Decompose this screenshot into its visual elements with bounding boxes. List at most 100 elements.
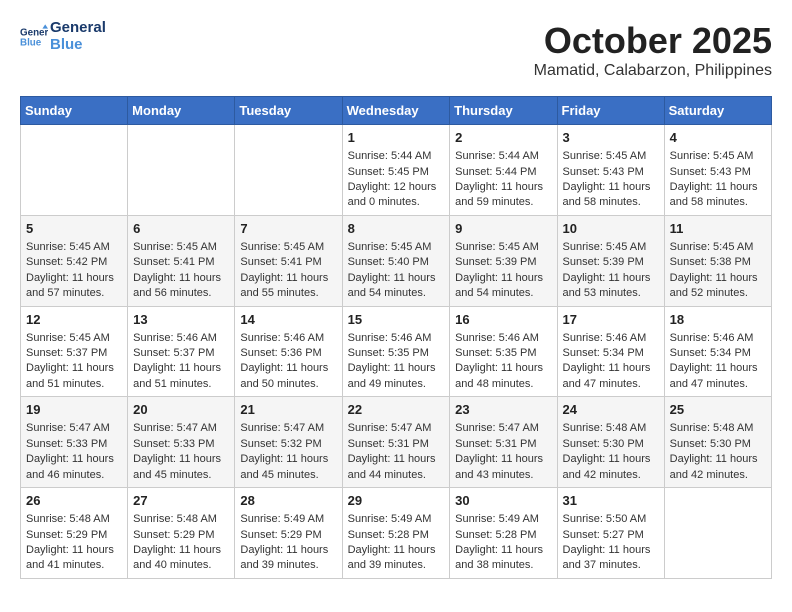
day-header-wednesday: Wednesday (342, 97, 450, 125)
calendar-cell (235, 125, 342, 216)
calendar-cell: 6Sunrise: 5:45 AMSunset: 5:41 PMDaylight… (128, 215, 235, 306)
sunset-text: Sunset: 5:29 PM (133, 529, 214, 541)
daylight-text: Daylight: 11 hours and 46 minutes. (26, 453, 114, 480)
sunrise-text: Sunrise: 5:49 AM (240, 513, 324, 525)
day-number: 17 (563, 311, 659, 329)
day-number: 11 (670, 220, 766, 238)
sunset-text: Sunset: 5:39 PM (563, 256, 644, 268)
sunset-text: Sunset: 5:37 PM (26, 347, 107, 359)
day-header-thursday: Thursday (450, 97, 557, 125)
calendar-cell: 18Sunrise: 5:46 AMSunset: 5:34 PMDayligh… (664, 306, 771, 397)
daylight-text: Daylight: 11 hours and 43 minutes. (455, 453, 543, 480)
sunset-text: Sunset: 5:37 PM (133, 347, 214, 359)
sunrise-text: Sunrise: 5:45 AM (26, 332, 110, 344)
daylight-text: Daylight: 11 hours and 54 minutes. (455, 272, 543, 299)
day-number: 8 (348, 220, 445, 238)
daylight-text: Daylight: 11 hours and 56 minutes. (133, 272, 221, 299)
cell-content: 25Sunrise: 5:48 AMSunset: 5:30 PMDayligh… (670, 401, 766, 483)
day-header-monday: Monday (128, 97, 235, 125)
day-number: 25 (670, 401, 766, 419)
calendar-cell: 31Sunrise: 5:50 AMSunset: 5:27 PMDayligh… (557, 488, 664, 579)
day-number: 27 (133, 492, 229, 510)
sunrise-text: Sunrise: 5:46 AM (133, 332, 217, 344)
sunset-text: Sunset: 5:32 PM (240, 438, 321, 450)
cell-content: 29Sunrise: 5:49 AMSunset: 5:28 PMDayligh… (348, 492, 445, 574)
sunrise-text: Sunrise: 5:45 AM (133, 241, 217, 253)
calendar-cell: 16Sunrise: 5:46 AMSunset: 5:35 PMDayligh… (450, 306, 557, 397)
daylight-text: Daylight: 11 hours and 55 minutes. (240, 272, 328, 299)
calendar-week-row: 1Sunrise: 5:44 AMSunset: 5:45 PMDaylight… (21, 125, 772, 216)
day-number: 30 (455, 492, 551, 510)
sunrise-text: Sunrise: 5:47 AM (348, 422, 432, 434)
daylight-text: Daylight: 11 hours and 38 minutes. (455, 544, 543, 571)
sunset-text: Sunset: 5:41 PM (133, 256, 214, 268)
cell-content: 9Sunrise: 5:45 AMSunset: 5:39 PMDaylight… (455, 220, 551, 302)
day-number: 7 (240, 220, 336, 238)
calendar-cell: 12Sunrise: 5:45 AMSunset: 5:37 PMDayligh… (21, 306, 128, 397)
cell-content: 30Sunrise: 5:49 AMSunset: 5:28 PMDayligh… (455, 492, 551, 574)
day-number: 9 (455, 220, 551, 238)
day-number: 31 (563, 492, 659, 510)
day-number: 14 (240, 311, 336, 329)
day-number: 4 (670, 129, 766, 147)
sunset-text: Sunset: 5:35 PM (348, 347, 429, 359)
calendar-cell: 19Sunrise: 5:47 AMSunset: 5:33 PMDayligh… (21, 397, 128, 488)
calendar-cell: 24Sunrise: 5:48 AMSunset: 5:30 PMDayligh… (557, 397, 664, 488)
calendar-cell (128, 125, 235, 216)
sunrise-text: Sunrise: 5:48 AM (133, 513, 217, 525)
sunrise-text: Sunrise: 5:49 AM (455, 513, 539, 525)
day-header-friday: Friday (557, 97, 664, 125)
cell-content: 2Sunrise: 5:44 AMSunset: 5:44 PMDaylight… (455, 129, 551, 211)
day-number: 18 (670, 311, 766, 329)
cell-content: 15Sunrise: 5:46 AMSunset: 5:35 PMDayligh… (348, 311, 445, 393)
calendar-cell (664, 488, 771, 579)
month-title: October 2025 (534, 20, 772, 62)
sunrise-text: Sunrise: 5:46 AM (240, 332, 324, 344)
logo-icon: General Blue (20, 23, 48, 51)
daylight-text: Daylight: 11 hours and 52 minutes. (670, 272, 758, 299)
daylight-text: Daylight: 12 hours and 0 minutes. (348, 181, 437, 208)
day-number: 21 (240, 401, 336, 419)
day-number: 26 (26, 492, 122, 510)
daylight-text: Daylight: 11 hours and 50 minutes. (240, 362, 328, 389)
cell-content: 18Sunrise: 5:46 AMSunset: 5:34 PMDayligh… (670, 311, 766, 393)
calendar-cell: 21Sunrise: 5:47 AMSunset: 5:32 PMDayligh… (235, 397, 342, 488)
cell-content: 31Sunrise: 5:50 AMSunset: 5:27 PMDayligh… (563, 492, 659, 574)
sunset-text: Sunset: 5:29 PM (26, 529, 107, 541)
calendar-cell: 25Sunrise: 5:48 AMSunset: 5:30 PMDayligh… (664, 397, 771, 488)
cell-content: 5Sunrise: 5:45 AMSunset: 5:42 PMDaylight… (26, 220, 122, 302)
daylight-text: Daylight: 11 hours and 39 minutes. (348, 544, 436, 571)
logo-text-general: General (50, 20, 106, 37)
calendar-cell: 8Sunrise: 5:45 AMSunset: 5:40 PMDaylight… (342, 215, 450, 306)
cell-content: 7Sunrise: 5:45 AMSunset: 5:41 PMDaylight… (240, 220, 336, 302)
day-number: 2 (455, 129, 551, 147)
daylight-text: Daylight: 11 hours and 59 minutes. (455, 181, 543, 208)
sunrise-text: Sunrise: 5:45 AM (455, 241, 539, 253)
page-header: General Blue General Blue October 2025 M… (20, 20, 772, 80)
daylight-text: Daylight: 11 hours and 44 minutes. (348, 453, 436, 480)
calendar-table: SundayMondayTuesdayWednesdayThursdayFrid… (20, 96, 772, 579)
sunrise-text: Sunrise: 5:47 AM (455, 422, 539, 434)
day-number: 29 (348, 492, 445, 510)
calendar-cell: 11Sunrise: 5:45 AMSunset: 5:38 PMDayligh… (664, 215, 771, 306)
sunset-text: Sunset: 5:42 PM (26, 256, 107, 268)
day-number: 20 (133, 401, 229, 419)
daylight-text: Daylight: 11 hours and 49 minutes. (348, 362, 436, 389)
sunset-text: Sunset: 5:33 PM (26, 438, 107, 450)
sunset-text: Sunset: 5:35 PM (455, 347, 536, 359)
calendar-cell: 26Sunrise: 5:48 AMSunset: 5:29 PMDayligh… (21, 488, 128, 579)
sunrise-text: Sunrise: 5:48 AM (26, 513, 110, 525)
sunset-text: Sunset: 5:41 PM (240, 256, 321, 268)
cell-content: 16Sunrise: 5:46 AMSunset: 5:35 PMDayligh… (455, 311, 551, 393)
sunrise-text: Sunrise: 5:45 AM (670, 241, 754, 253)
sunset-text: Sunset: 5:44 PM (455, 166, 536, 178)
day-number: 3 (563, 129, 659, 147)
daylight-text: Daylight: 11 hours and 47 minutes. (670, 362, 758, 389)
logo: General Blue General Blue (20, 20, 106, 53)
day-number: 22 (348, 401, 445, 419)
calendar-cell: 13Sunrise: 5:46 AMSunset: 5:37 PMDayligh… (128, 306, 235, 397)
daylight-text: Daylight: 11 hours and 47 minutes. (563, 362, 651, 389)
sunrise-text: Sunrise: 5:46 AM (348, 332, 432, 344)
cell-content: 24Sunrise: 5:48 AMSunset: 5:30 PMDayligh… (563, 401, 659, 483)
calendar-week-row: 5Sunrise: 5:45 AMSunset: 5:42 PMDaylight… (21, 215, 772, 306)
